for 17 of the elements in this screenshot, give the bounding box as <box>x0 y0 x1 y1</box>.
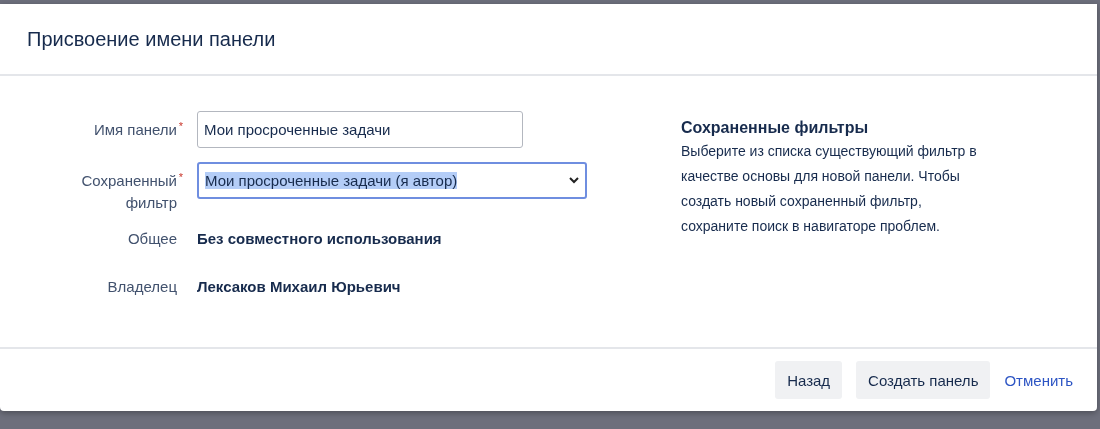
field-label: Имя панели <box>92 120 177 140</box>
name-input[interactable]: Мои просроченные задачи <box>197 111 523 148</box>
chevron-down-icon <box>569 177 579 184</box>
field-value: Без совместного использования <box>197 229 442 249</box>
field-label: Общее <box>126 229 178 249</box>
required-mark: * <box>178 119 183 133</box>
filter-select[interactable]: Мои просроченные задачи (я автор) <box>197 162 587 199</box>
help-heading: Сохраненные фильтры <box>681 119 870 137</box>
footer-button[interactable]: Создать панель <box>856 361 991 399</box>
field-label: Сохраненный фильтр <box>80 171 177 213</box>
footer-button[interactable]: Назад <box>775 361 843 399</box>
help-text: Выберите из списка существующий фильтр в качестве основы для новой панели. Чтобы создать новый сохраненный фильтр, сохраните поиск в навигаторе проблем. <box>681 142 978 236</box>
dialog-title: Присвоение имени панели <box>27 27 276 51</box>
required-mark: * <box>178 170 183 184</box>
field-value: Лексаков Михаил Юрьевич <box>197 277 401 297</box>
field-label: Владелец <box>106 277 178 297</box>
cancel-link[interactable]: Отменить <box>1004 371 1073 389</box>
